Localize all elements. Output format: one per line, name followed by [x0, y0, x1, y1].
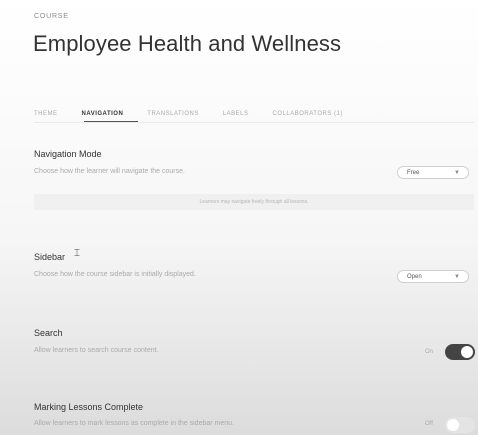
navigation-mode-description: Choose how the learner will navigate the… — [34, 168, 185, 175]
chevron-down-icon: ▼ — [454, 169, 460, 176]
marking-setting-description: Allow learners to mark lessons as comple… — [34, 420, 234, 427]
tab-theme[interactable]: THEME — [34, 111, 58, 117]
course-eyebrow: COURSE — [34, 13, 69, 20]
marking-toggle[interactable] — [445, 417, 475, 433]
marking-toggle-label: Off — [425, 421, 433, 427]
toggle-knob — [447, 419, 459, 431]
settings-tabs: THEME NAVIGATION TRANSLATIONS LABELS COL… — [34, 111, 367, 117]
tab-collaborators[interactable]: COLLABORATORS (1) — [273, 111, 343, 117]
toggle-knob — [461, 346, 473, 358]
navigation-mode-select[interactable]: Free ▼ — [397, 166, 469, 179]
text-cursor-icon: ⌶ — [74, 248, 80, 259]
navigation-mode-info: Learners may navigate freely through all… — [34, 194, 474, 210]
sidebar-setting-title: Sidebar — [34, 252, 66, 262]
navigation-mode-select-value: Free — [407, 169, 420, 176]
marking-setting-title: Marking Lessons Complete — [34, 402, 144, 412]
chevron-down-icon: ▼ — [454, 273, 460, 280]
sidebar-select[interactable]: Open ▼ — [397, 270, 469, 283]
tabs-divider — [34, 122, 474, 123]
search-toggle[interactable] — [445, 344, 475, 360]
sidebar-setting-description: Choose how the course sidebar is initial… — [34, 271, 196, 278]
search-setting-title: Search — [34, 328, 63, 338]
tab-labels[interactable]: LABELS — [223, 111, 249, 117]
sidebar-select-value: Open — [407, 273, 422, 280]
search-setting-description: Allow learners to search course content. — [34, 347, 159, 354]
page-title: Employee Health and Wellness — [33, 31, 342, 56]
tab-navigation[interactable]: NAVIGATION — [82, 111, 124, 117]
search-toggle-label: On — [425, 349, 434, 355]
navigation-mode-title: Navigation Mode — [34, 149, 102, 159]
tab-translations[interactable]: TRANSLATIONS — [147, 111, 199, 117]
